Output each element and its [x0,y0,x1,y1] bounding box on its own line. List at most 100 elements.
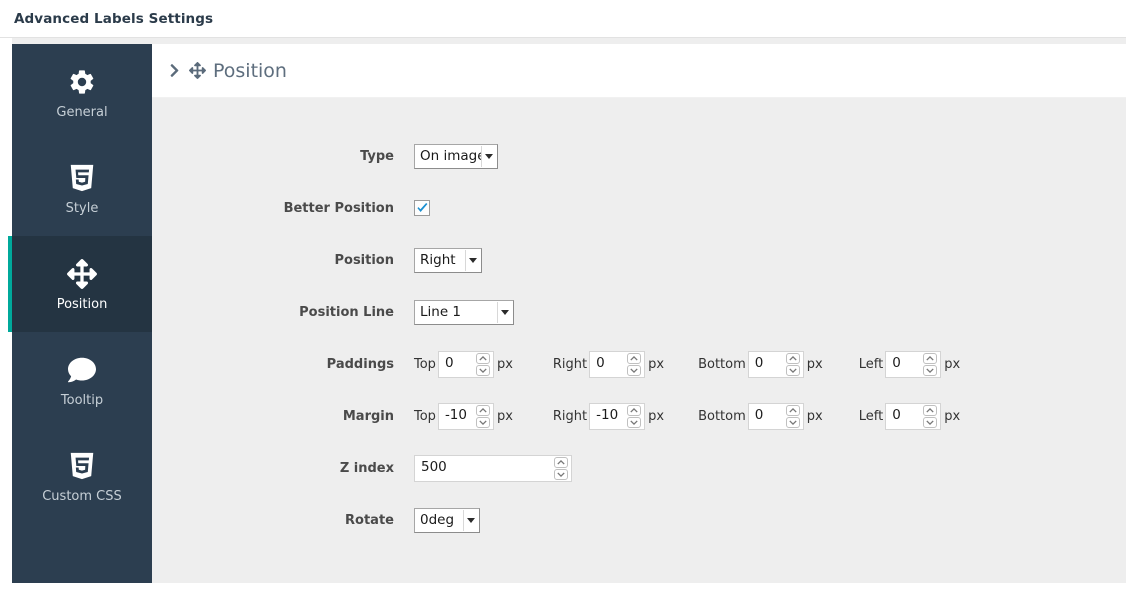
side-label: Left [858,408,884,424]
label-margin: Margin [342,408,394,424]
label-z-index: Z index [339,460,394,476]
form-row-paddings: Paddings Top 0 px Right 0 px Bottom 0 px… [152,338,1126,390]
form-row-better-position: Better Position [152,182,1126,234]
stepper-up-icon[interactable] [785,404,800,416]
css3-icon [69,161,95,195]
stepper-down-icon[interactable] [923,416,938,428]
margin-right-field: Right -10 px [553,402,665,430]
position-line-select[interactable]: Line 1 [414,299,514,325]
unit-label: px [806,356,823,372]
margin-top-field: Top -10 px [414,402,513,430]
arrows-alt-icon [67,257,97,291]
side-label: Top [414,408,436,424]
modal-body: General Style Position Tooltip Custom CS… [0,38,1126,595]
stepper-down-icon[interactable] [923,364,938,376]
input-value: 0 [596,355,605,372]
comment-icon [67,353,97,387]
stepper-up-icon[interactable] [785,352,800,364]
sidebar-item-label: Style [65,201,99,216]
sidebar-item-general[interactable]: General [12,44,152,140]
sidebar-item-custom-css[interactable]: Custom CSS [12,428,152,524]
unit-label: px [944,356,961,372]
rotate-select[interactable]: 0deg [414,507,480,533]
unit-label: px [944,408,961,424]
padding-top-input[interactable]: 0 [437,350,494,378]
stepper-up-icon[interactable] [475,352,490,364]
arrows-alt-icon [189,62,206,79]
panel-title: Position [213,59,287,82]
input-value: 0 [892,355,901,372]
label-type: Type [360,148,394,164]
margin-bottom-field: Bottom 0 px [698,402,823,430]
sidebar-item-label: Custom CSS [42,489,122,504]
side-label: Right [552,356,588,372]
input-value: 500 [421,459,447,476]
unit-label: px [648,408,665,424]
unit-label: px [648,356,665,372]
form-row-position-line: Position Line Line 1 [152,286,1126,338]
margin-left-input[interactable]: 0 [885,402,942,430]
side-label: Bottom [698,408,746,424]
label-position-line: Position Line [299,304,394,320]
padding-bottom-input[interactable]: 0 [747,350,804,378]
form-row-type: Type On image [152,130,1126,182]
margin-top-input[interactable]: -10 [437,402,494,430]
stepper-down-icon[interactable] [785,416,800,428]
stepper-up-icon[interactable] [627,352,642,364]
sidebar-item-label: Tooltip [60,393,104,408]
padding-right-field: Right 0 px [552,350,665,378]
sidebar-item-label: Position [56,297,108,312]
settings-content-panel: Position Type On image Better Position P… [152,44,1126,583]
form-row-position: Position Right [152,234,1126,286]
position-settings-form: Type On image Better Position Position R… [152,98,1126,546]
padding-right-input[interactable]: 0 [589,350,646,378]
margin-left-field: Left 0 px [858,402,961,430]
margin-right-input[interactable]: -10 [589,402,646,430]
padding-left-field: Left 0 px [858,350,961,378]
padding-left-input[interactable]: 0 [885,350,942,378]
stepper-down-icon[interactable] [475,364,490,376]
stepper-up-icon[interactable] [923,352,938,364]
stepper-down-icon[interactable] [627,416,642,428]
stepper-up-icon[interactable] [923,404,938,416]
label-position: Position [334,252,394,268]
side-label: Top [414,356,436,372]
unit-label: px [496,356,513,372]
side-label: Bottom [698,356,746,372]
stepper-up-icon[interactable] [554,456,568,468]
margin-bottom-input[interactable]: 0 [747,402,804,430]
stepper-down-icon[interactable] [554,468,568,480]
settings-sidebar: General Style Position Tooltip Custom CS… [8,44,152,583]
unit-label: px [806,408,823,424]
position-select[interactable]: Right [414,247,482,273]
unit-label: px [496,408,513,424]
chevron-right-icon[interactable] [168,63,181,78]
panel-header[interactable]: Position [152,44,1126,98]
form-row-margin: Margin Top -10 px Right -10 px Bottom 0 … [152,390,1126,442]
better-position-checkbox[interactable] [414,200,430,216]
sidebar-item-position[interactable]: Position [8,236,152,332]
sidebar-item-style[interactable]: Style [12,140,152,236]
z-index-input[interactable]: 500 [414,454,572,482]
side-label: Left [858,356,884,372]
css3-icon [69,449,95,483]
input-value: -10 [444,407,467,424]
form-row-z-index: Z index 500 [152,442,1126,494]
page-title: Advanced Labels Settings [14,10,214,27]
stepper-up-icon[interactable] [475,404,490,416]
stepper-down-icon[interactable] [627,364,642,376]
stepper-down-icon[interactable] [475,416,490,428]
input-value: 0 [444,355,454,372]
type-select[interactable]: On image [414,143,498,169]
label-better-position: Better Position [283,200,394,216]
label-rotate: Rotate [345,512,394,528]
stepper-up-icon[interactable] [627,404,642,416]
input-value: -10 [596,407,619,424]
stepper-down-icon[interactable] [785,364,800,376]
gear-icon [68,65,96,99]
padding-bottom-field: Bottom 0 px [698,350,823,378]
sidebar-item-tooltip[interactable]: Tooltip [12,332,152,428]
check-icon [416,202,427,212]
label-paddings: Paddings [326,356,394,372]
input-value: 0 [892,407,901,424]
